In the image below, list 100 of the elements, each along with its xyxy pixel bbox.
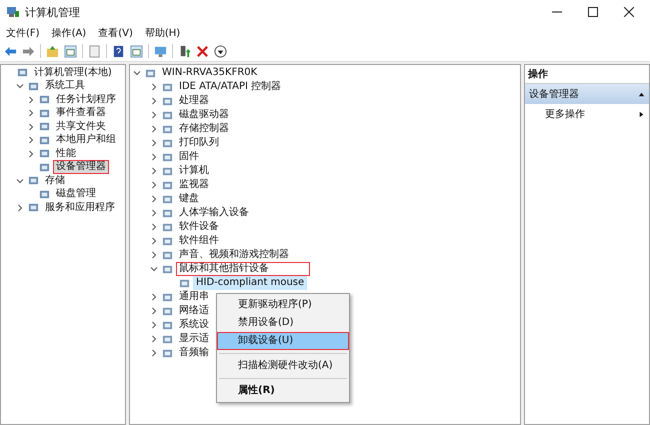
tree-item[interactable]: 软件组件 <box>176 234 222 248</box>
chevron-icon[interactable] <box>27 109 35 118</box>
tree-item[interactable]: 音频输 <box>176 346 212 360</box>
chevron-icon[interactable] <box>27 96 35 104</box>
tree-item[interactable]: 本地用户和组 <box>53 133 119 148</box>
chevron-icon[interactable] <box>150 167 158 175</box>
chevron-icon[interactable] <box>150 83 158 91</box>
chevron-icon[interactable] <box>27 150 35 158</box>
tree-item[interactable]: 打印队列 <box>176 136 222 150</box>
tree-item[interactable]: 声音、视频和游戏控制器 <box>176 248 292 262</box>
chevron-icon[interactable] <box>150 195 158 203</box>
chevron-icon[interactable] <box>150 251 158 259</box>
back-arrow-icon[interactable] <box>4 44 17 58</box>
forward-arrow-icon[interactable] <box>22 44 35 58</box>
tree-item[interactable]: 存储控制器 <box>176 122 232 136</box>
chevron-icon[interactable] <box>150 349 158 357</box>
chevron-icon[interactable] <box>16 204 24 212</box>
document-icon[interactable] <box>88 44 101 58</box>
tree-item[interactable]: 鼠标和其他指针设备 <box>176 262 310 276</box>
menu-item[interactable]: 更新驱动程序(P) <box>217 296 349 314</box>
chevron-icon[interactable] <box>150 125 158 133</box>
device-icon <box>162 96 173 106</box>
tree-item[interactable]: 计算机 <box>176 164 212 178</box>
tree-item[interactable]: 性能 <box>53 146 79 161</box>
tree-item[interactable]: 显示适 <box>176 332 212 346</box>
download-icon[interactable] <box>214 44 227 58</box>
tree-item[interactable]: 键盘 <box>176 192 202 206</box>
chevron-icon[interactable] <box>150 153 158 161</box>
device-icon <box>179 278 190 288</box>
tree-item[interactable]: 系统设 <box>176 318 212 332</box>
device-icon <box>162 320 173 330</box>
menu-item[interactable]: 查看(V) <box>98 26 133 40</box>
chevron-icon[interactable] <box>16 176 24 185</box>
chevron-icon[interactable] <box>150 223 158 231</box>
tree-item[interactable]: 磁盘管理 <box>53 187 99 202</box>
panel-icon[interactable] <box>64 44 77 58</box>
tree-item[interactable]: 存储 <box>42 174 68 188</box>
collapse-icon[interactable] <box>638 90 645 98</box>
chevron-icon[interactable] <box>133 69 141 77</box>
device-icon <box>145 68 156 78</box>
chevron-icon[interactable] <box>150 265 158 273</box>
tree-item[interactable]: 任务计划程序 <box>53 92 119 107</box>
chevron-icon[interactable] <box>27 136 35 144</box>
maximize-icon[interactable] <box>588 7 598 17</box>
section-header[interactable]: 设备管理器 <box>525 84 649 104</box>
menu-item[interactable]: 禁用设备(D) <box>217 314 349 332</box>
tree-item[interactable]: 设备管理器 <box>53 160 109 174</box>
tree-item[interactable]: 事件查看器 <box>53 106 109 120</box>
tree-item[interactable]: 人体学输入设备 <box>176 206 252 220</box>
menu-item[interactable]: 属性(R) <box>217 382 349 400</box>
tree-item[interactable]: 软件设备 <box>176 220 222 234</box>
tree-item[interactable]: 监视器 <box>176 178 212 192</box>
chevron-icon[interactable] <box>150 111 158 119</box>
menu-item[interactable]: 卸载设备(U) <box>217 332 349 350</box>
menu-item[interactable]: 扫描检测硬件改动(A) <box>217 357 349 375</box>
device-icon <box>162 306 173 316</box>
device-icon <box>162 166 173 176</box>
submenu-arrow-icon <box>638 110 645 118</box>
device-icon <box>162 250 173 260</box>
device-icon <box>162 138 173 148</box>
device-icon <box>162 152 173 162</box>
tree-item[interactable]: IDE ATA/ATAPI 控制器 <box>176 80 284 94</box>
chevron-icon[interactable] <box>150 139 158 147</box>
tree-item[interactable]: 磁盘驱动器 <box>176 108 232 122</box>
chevron-icon[interactable] <box>150 237 158 245</box>
action-link[interactable]: 更多操作 <box>545 107 585 121</box>
device-icon <box>162 292 173 302</box>
chevron-icon[interactable] <box>27 122 35 131</box>
chevron-icon[interactable] <box>150 307 158 315</box>
close-icon[interactable] <box>624 7 634 17</box>
menu-item[interactable]: 文件(F) <box>6 26 40 40</box>
tree-item[interactable]: 固件 <box>176 150 202 164</box>
tool-icon <box>28 175 39 186</box>
chevron-icon[interactable] <box>16 82 24 90</box>
chevron-icon[interactable] <box>150 181 158 189</box>
device-icon <box>162 236 173 246</box>
tree-item[interactable]: 服务和应用程序 <box>42 200 118 215</box>
help-icon[interactable] <box>112 44 125 58</box>
user-add-icon[interactable] <box>178 44 191 58</box>
tree-item[interactable]: HID-compliant mouse <box>193 276 308 290</box>
device-icon <box>162 222 173 232</box>
delete-icon[interactable] <box>196 44 209 58</box>
tree-item[interactable]: 通用串 <box>176 290 212 304</box>
chevron-icon[interactable] <box>150 293 158 301</box>
menu-item[interactable]: 帮助(H) <box>144 26 180 40</box>
tree-item[interactable]: WIN-RRVA35KFR0K <box>159 66 260 80</box>
chevron-icon[interactable] <box>150 321 158 329</box>
tree-item[interactable]: 共享文件夹 <box>53 120 109 134</box>
chevron-icon[interactable] <box>150 209 158 217</box>
panel-icon[interactable] <box>130 44 143 58</box>
chevron-icon[interactable] <box>150 97 158 105</box>
tree-item[interactable]: 计算机管理(本地) <box>31 66 115 80</box>
monitor-icon[interactable] <box>154 44 167 58</box>
menu-item[interactable]: 操作(A) <box>52 26 86 40</box>
device-icon <box>162 110 173 120</box>
tree-item[interactable]: 处理器 <box>176 94 212 108</box>
chevron-icon[interactable] <box>150 335 158 343</box>
folder-up-icon[interactable] <box>46 44 59 58</box>
tree-item[interactable]: 系统工具 <box>42 79 88 94</box>
tree-item[interactable]: 网络适 <box>176 304 212 318</box>
